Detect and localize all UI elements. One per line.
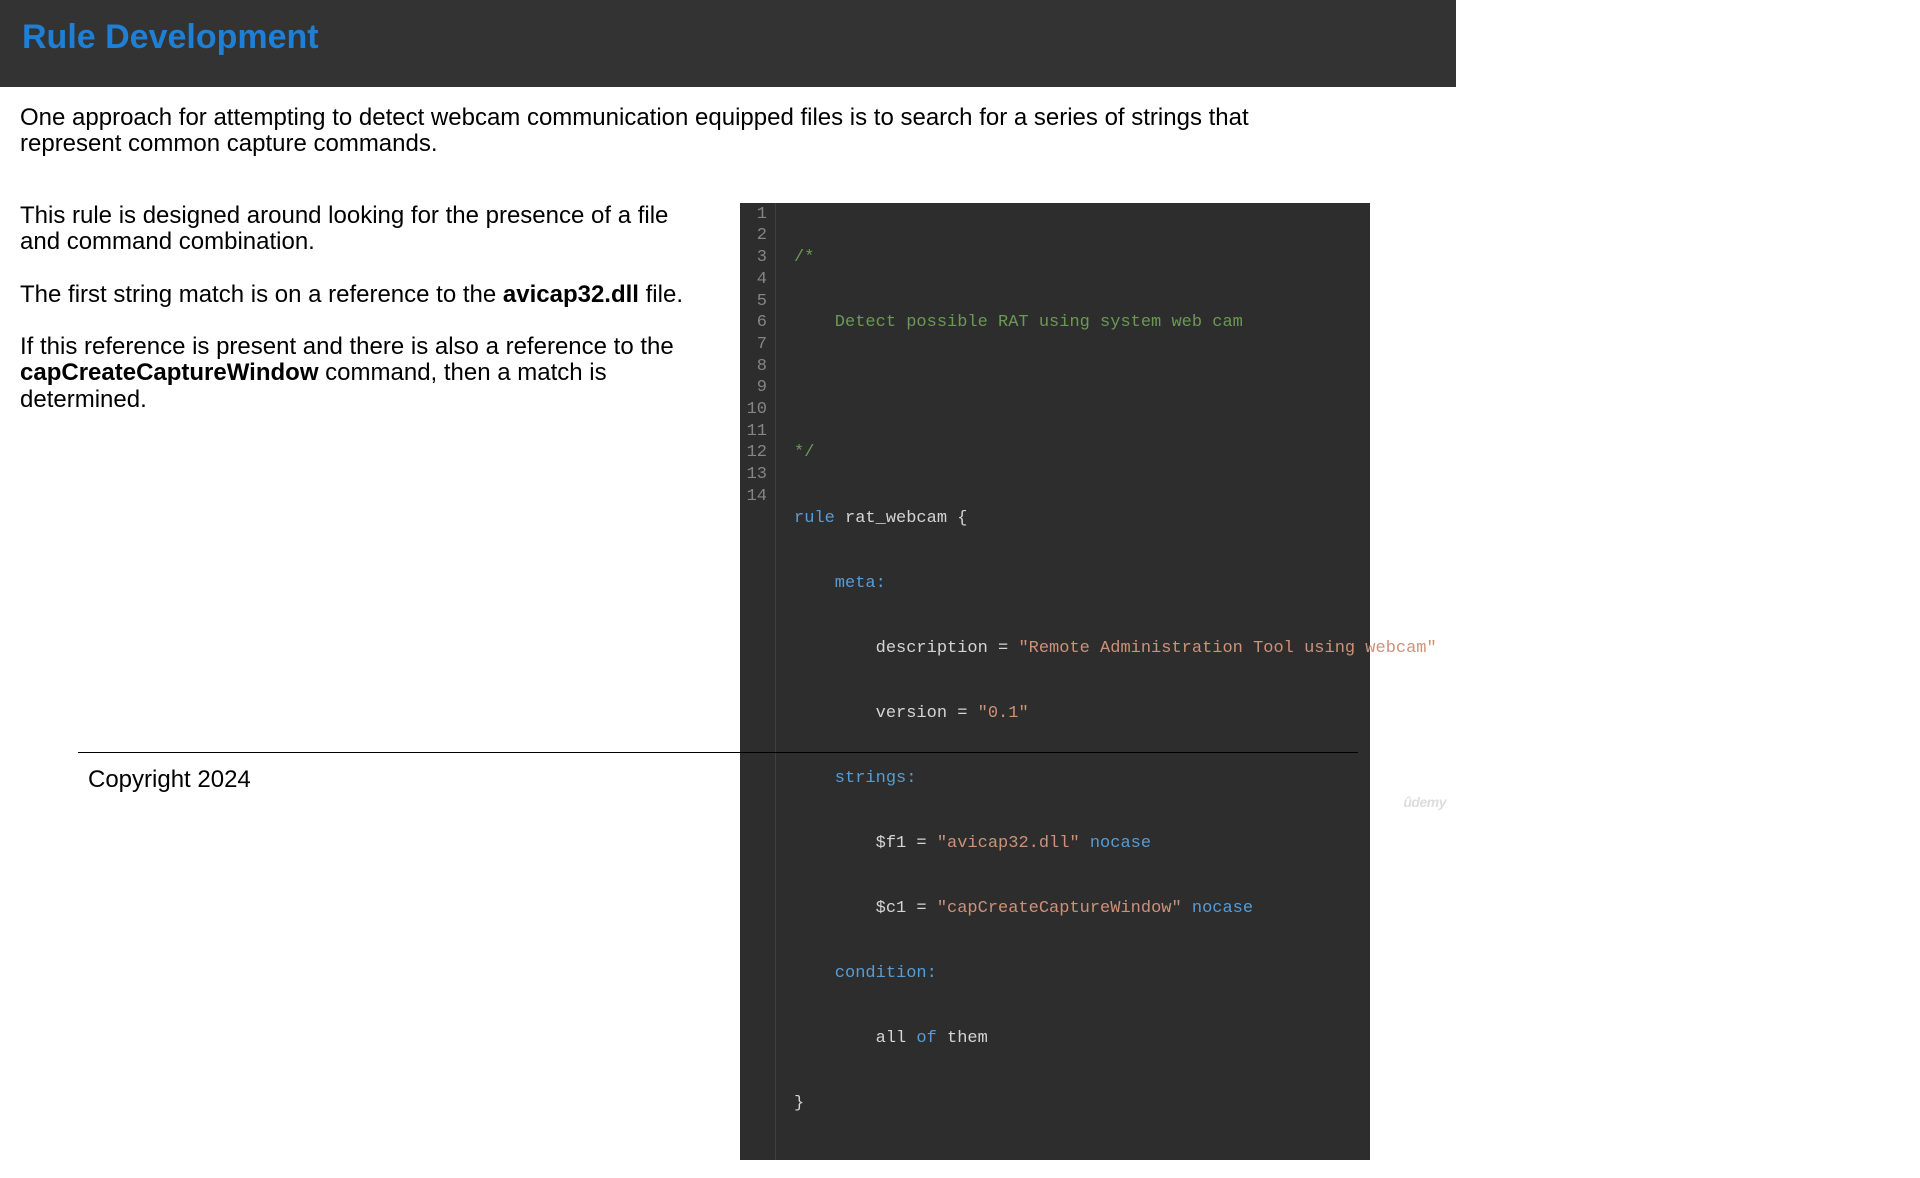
page-title: Rule Development — [22, 18, 1434, 57]
p2-pre: The first string match is on a reference… — [20, 281, 503, 308]
str-f1-key: $f1 = — [794, 834, 937, 853]
section-condition: condition: — [794, 964, 937, 983]
str-f1-val: "avicap32.dll" — [937, 834, 1080, 853]
code-line — [794, 377, 1437, 399]
code-line: strings: — [794, 768, 1437, 790]
code-line: version = "0.1" — [794, 703, 1437, 725]
paragraph-3: If this reference is present and there i… — [20, 334, 710, 413]
comment-open: /* — [794, 248, 814, 267]
rule-name: rat_webcam — [835, 509, 957, 528]
section-meta: meta: — [794, 574, 886, 593]
str-c1-key: $c1 = — [794, 899, 937, 918]
comment-text: Detect possible RAT using system web cam — [794, 313, 1243, 332]
line-number: 13 — [744, 464, 767, 486]
code-line: $f1 = "avicap32.dll" nocase — [794, 833, 1437, 855]
code-line: } — [794, 1093, 1437, 1115]
line-number: 4 — [744, 269, 767, 291]
meta-ver-val: "0.1" — [978, 704, 1029, 723]
body-row: This rule is designed around looking for… — [20, 203, 1436, 1160]
brace-open: { — [957, 509, 967, 528]
p2-bold: avicap32.dll — [503, 281, 639, 308]
str-c1-val: "capCreateCaptureWindow" — [937, 899, 1182, 918]
line-number: 9 — [744, 377, 767, 399]
line-number: 14 — [744, 486, 767, 508]
line-number: 3 — [744, 247, 767, 269]
line-number: 10 — [744, 399, 767, 421]
line-number-gutter: 1 2 3 4 5 6 7 8 9 10 11 12 13 14 — [740, 203, 776, 1160]
meta-desc-key: description = — [794, 639, 1018, 658]
section-strings: strings: — [794, 769, 916, 788]
line-number: 2 — [744, 225, 767, 247]
paragraph-1: This rule is designed around looking for… — [20, 203, 710, 256]
paragraph-2: The first string match is on a reference… — [20, 282, 710, 308]
cond-all: all — [794, 1029, 916, 1048]
line-number: 8 — [744, 356, 767, 378]
line-number: 5 — [744, 291, 767, 313]
cond-of: of — [916, 1029, 936, 1048]
p2-post: file. — [639, 281, 683, 308]
line-number: 6 — [744, 312, 767, 334]
code-line: all of them — [794, 1028, 1437, 1050]
header-bar: Rule Development — [0, 0, 1456, 87]
str-f1-mod: nocase — [1080, 834, 1151, 853]
code-line: condition: — [794, 963, 1437, 985]
code-line: */ — [794, 442, 1437, 464]
code-line: rule rat_webcam { — [794, 508, 1437, 530]
meta-ver-key: version = — [794, 704, 978, 723]
left-column: This rule is designed around looking for… — [20, 203, 710, 1160]
code-content: /* Detect possible RAT using system web … — [776, 203, 1445, 1160]
code-line: description = "Remote Administration Too… — [794, 638, 1437, 660]
content-area: One approach for attempting to detect we… — [0, 87, 1456, 1178]
line-number: 1 — [744, 204, 767, 226]
cond-them: them — [937, 1029, 988, 1048]
copyright-text: Copyright 2024 — [88, 766, 251, 794]
line-number: 11 — [744, 421, 767, 443]
intro-paragraph: One approach for attempting to detect we… — [20, 105, 1300, 158]
str-c1-mod: nocase — [1182, 899, 1253, 918]
line-number: 12 — [744, 442, 767, 464]
watermark: ûdemy — [1403, 794, 1446, 810]
code-block: 1 2 3 4 5 6 7 8 9 10 11 12 13 14 /* Dete… — [740, 203, 1370, 1160]
code-line: $c1 = "capCreateCaptureWindow" nocase — [794, 898, 1437, 920]
code-line: /* — [794, 247, 1437, 269]
brace-close: } — [794, 1094, 804, 1113]
p3-pre: If this reference is present and there i… — [20, 333, 674, 360]
kw-rule: rule — [794, 509, 835, 528]
footer-divider — [78, 752, 1358, 753]
p3-bold: capCreateCaptureWindow — [20, 359, 319, 386]
code-line: Detect possible RAT using system web cam — [794, 312, 1437, 334]
code-line: meta: — [794, 573, 1437, 595]
meta-desc-val: "Remote Administration Tool using webcam… — [1018, 639, 1436, 658]
comment-close: */ — [794, 443, 814, 462]
line-number: 7 — [744, 334, 767, 356]
